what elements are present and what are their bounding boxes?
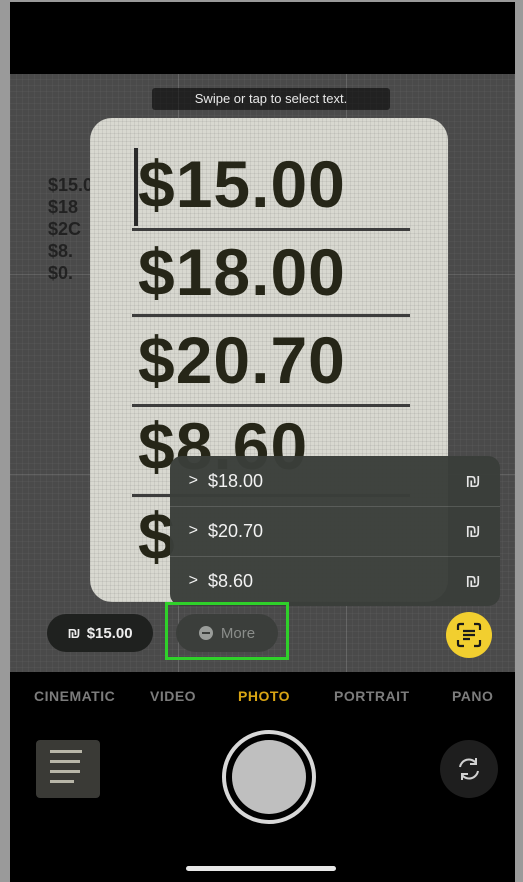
price-chip[interactable]: ₪ $15.00 bbox=[47, 614, 153, 652]
menu-item-value: $20.70 bbox=[208, 520, 264, 541]
detected-price[interactable]: $15.00 bbox=[138, 146, 346, 222]
thumbnail-line bbox=[50, 770, 80, 773]
price-rule bbox=[132, 314, 410, 317]
currency-convert-icon[interactable]: ₪ bbox=[446, 521, 500, 542]
price-rule bbox=[132, 404, 410, 407]
hint-banner: Swipe or tap to select text. bbox=[152, 88, 390, 110]
shutter-inner bbox=[232, 740, 306, 814]
thumbnail-line bbox=[50, 780, 74, 783]
mode-photo[interactable]: PHOTO bbox=[238, 688, 290, 704]
conversion-menu: > $18.00 ₪ > $20.70 ₪ > $8.60 ₪ bbox=[170, 456, 500, 606]
chevron-right-icon: > bbox=[188, 522, 198, 539]
currency-convert-icon[interactable]: ₪ bbox=[446, 571, 500, 592]
live-text-button[interactable] bbox=[446, 612, 492, 658]
mode-pano[interactable]: PANO bbox=[452, 688, 493, 704]
photo-thumbnail[interactable] bbox=[36, 740, 100, 798]
shutter-button[interactable] bbox=[222, 730, 316, 824]
mode-portrait[interactable]: PORTRAIT bbox=[334, 688, 410, 704]
camera-app: $15.00 $18 $2C $8. $0. Swipe or tap to s… bbox=[10, 2, 515, 882]
highlight-box bbox=[165, 602, 289, 660]
thumbnail-line bbox=[50, 750, 82, 753]
currency-convert-icon: ₪ bbox=[67, 624, 81, 642]
thumbnail-line bbox=[50, 760, 80, 763]
home-indicator[interactable] bbox=[186, 866, 336, 871]
flip-camera-button[interactable] bbox=[440, 740, 498, 798]
currency-convert-icon[interactable]: ₪ bbox=[446, 471, 500, 492]
detected-price[interactable]: $20.70 bbox=[138, 322, 346, 398]
menu-item-value: $8.60 bbox=[208, 570, 254, 591]
price-rule bbox=[132, 228, 410, 231]
menu-item[interactable]: > $8.60 ₪ bbox=[170, 556, 500, 606]
menu-item[interactable]: > $18.00 ₪ bbox=[170, 456, 500, 506]
chevron-right-icon: > bbox=[188, 572, 198, 589]
mode-video[interactable]: VIDEO bbox=[150, 688, 196, 704]
mode-cinematic[interactable]: CINEMATIC bbox=[34, 688, 115, 704]
menu-item-value: $18.00 bbox=[208, 470, 264, 491]
menu-item[interactable]: > $20.70 ₪ bbox=[170, 506, 500, 556]
live-text-icon bbox=[456, 622, 482, 648]
price-chip-label: $15.00 bbox=[86, 624, 133, 642]
camera-mode-selector: CINEMATIC VIDEO PHOTO PORTRAIT PANO bbox=[10, 686, 515, 710]
chevron-right-icon: > bbox=[188, 472, 198, 489]
flip-camera-icon bbox=[459, 758, 479, 780]
detected-price[interactable]: $18.00 bbox=[138, 234, 346, 310]
